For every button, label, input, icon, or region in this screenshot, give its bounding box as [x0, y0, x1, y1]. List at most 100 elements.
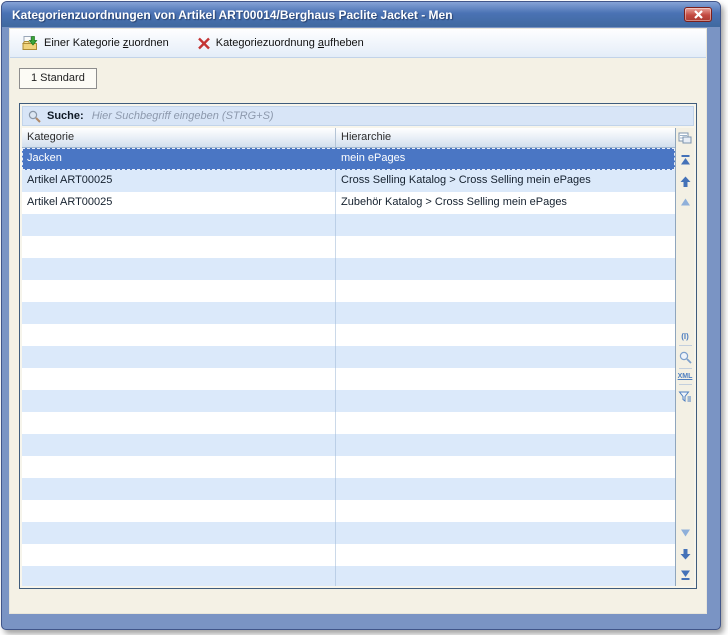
cell-hierarchie — [336, 522, 675, 544]
table-row-empty[interactable] — [22, 456, 675, 478]
magnifier-icon — [679, 351, 692, 364]
close-button[interactable] — [684, 7, 712, 22]
cell-hierarchie — [336, 346, 675, 368]
table-header: Kategorie Hierarchie — [22, 128, 675, 148]
column-chooser-button[interactable] — [677, 131, 693, 145]
cell-hierarchie — [336, 544, 675, 566]
cell-kategorie — [22, 214, 336, 236]
table-row-empty[interactable] — [22, 390, 675, 412]
table-row-empty[interactable] — [22, 368, 675, 390]
assign-category-button[interactable]: Einer Kategorie zuordnen — [18, 33, 173, 53]
remove-assignment-button[interactable]: Kategoriezuordnung aufheben — [193, 35, 368, 52]
cell-hierarchie — [336, 236, 675, 258]
cell-kategorie — [22, 566, 336, 586]
close-icon — [693, 10, 704, 19]
row-down-button[interactable] — [677, 526, 693, 540]
toolbar: Einer Kategorie zuordnen Kategoriezuordn… — [10, 29, 706, 58]
row-up-icon — [679, 197, 692, 207]
cell-kategorie: Jacken — [22, 148, 336, 170]
cell-kategorie — [22, 500, 336, 522]
cell-kategorie — [22, 280, 336, 302]
assignments-table: Kategorie Hierarchie Jacken mein ePages … — [22, 128, 676, 586]
table-row-empty[interactable] — [22, 478, 675, 500]
cell-kategorie — [22, 544, 336, 566]
cell-kategorie: Artikel ART00025 — [22, 170, 336, 192]
scroll-to-bottom-button[interactable] — [677, 568, 693, 582]
cell-hierarchie — [336, 302, 675, 324]
remove-label-pre: Kategoriezuordnung — [216, 37, 318, 49]
cell-hierarchie — [336, 566, 675, 586]
table-row-empty[interactable] — [22, 500, 675, 522]
filter-icon — [678, 390, 692, 403]
search-bar: Suche: — [22, 106, 694, 126]
cell-hierarchie — [336, 324, 675, 346]
cell-hierarchie — [336, 368, 675, 390]
assign-label-pre: Einer Kategorie — [44, 37, 123, 49]
cell-hierarchie — [336, 500, 675, 522]
cell-hierarchie — [336, 280, 675, 302]
grid-area: Kategorie Hierarchie Jacken mein ePages … — [22, 128, 694, 586]
xml-export-button[interactable]: XML — [678, 373, 693, 380]
page-down-button[interactable] — [677, 547, 693, 561]
table-row-empty[interactable] — [22, 566, 675, 586]
cell-kategorie — [22, 478, 336, 500]
cell-hierarchie: Zubehör Katalog > Cross Selling mein ePa… — [336, 192, 675, 214]
table-row-empty[interactable] — [22, 346, 675, 368]
search-icon — [28, 110, 41, 123]
table-row-empty[interactable] — [22, 412, 675, 434]
cell-kategorie — [22, 412, 336, 434]
table-row-empty[interactable] — [22, 236, 675, 258]
cell-kategorie — [22, 456, 336, 478]
table-row[interactable]: Jacken mein ePages — [22, 148, 675, 170]
table-row[interactable]: Artikel ART00025 Cross Selling Katalog >… — [22, 170, 675, 192]
cell-hierarchie — [336, 214, 675, 236]
cell-kategorie — [22, 390, 336, 412]
dialog-window: Kategorienzuordnungen von Artikel ART000… — [1, 1, 721, 630]
column-header-hierarchie[interactable]: Hierarchie — [336, 128, 675, 147]
cell-kategorie — [22, 346, 336, 368]
cell-kategorie — [22, 302, 336, 324]
cell-kategorie — [22, 258, 336, 280]
cell-hierarchie — [336, 390, 675, 412]
cell-hierarchie — [336, 434, 675, 456]
column-header-kategorie[interactable]: Kategorie — [22, 128, 336, 147]
record-count-indicator[interactable]: (I) — [681, 332, 689, 341]
cell-kategorie — [22, 368, 336, 390]
assign-label-post: uordnen — [128, 37, 168, 49]
row-down-icon — [679, 528, 692, 538]
cell-kategorie — [22, 236, 336, 258]
cell-hierarchie — [336, 412, 675, 434]
table-body: Jacken mein ePages Artikel ART00025 Cros… — [22, 148, 675, 586]
page-down-icon — [679, 548, 692, 561]
cell-kategorie: Artikel ART00025 — [22, 192, 336, 214]
table-row-empty[interactable] — [22, 258, 675, 280]
zoom-search-button[interactable] — [677, 350, 693, 364]
filter-button[interactable] — [677, 389, 693, 403]
table-row-empty[interactable] — [22, 522, 675, 544]
table-row-empty[interactable] — [22, 302, 675, 324]
assign-category-icon — [22, 35, 39, 51]
grid-side-strip: (I) XML — [676, 128, 694, 586]
scroll-to-bottom-icon — [679, 569, 692, 581]
titlebar[interactable]: Kategorienzuordnungen von Artikel ART000… — [2, 2, 720, 27]
table-row-empty[interactable] — [22, 280, 675, 302]
cell-hierarchie: mein ePages — [336, 148, 675, 170]
table-row-empty[interactable] — [22, 544, 675, 566]
page-up-icon — [679, 175, 692, 188]
table-row-empty[interactable] — [22, 214, 675, 236]
search-label: Suche: — [47, 110, 84, 122]
scroll-to-top-icon — [679, 154, 692, 166]
table-row-empty[interactable] — [22, 434, 675, 456]
row-up-button[interactable] — [677, 195, 693, 209]
page-up-button[interactable] — [677, 174, 693, 188]
scroll-to-top-button[interactable] — [677, 153, 693, 167]
search-input[interactable] — [90, 109, 688, 123]
cell-kategorie — [22, 522, 336, 544]
tab-standard[interactable]: 1 Standard — [19, 68, 97, 89]
cell-hierarchie — [336, 478, 675, 500]
assignments-panel: Suche: Kategorie Hierarchie Jacken mein … — [19, 103, 697, 589]
table-row-empty[interactable] — [22, 324, 675, 346]
dialog-content: Einer Kategorie zuordnen Kategoriezuordn… — [9, 28, 707, 614]
table-row[interactable]: Artikel ART00025 Zubehör Katalog > Cross… — [22, 192, 675, 214]
cell-hierarchie — [336, 456, 675, 478]
